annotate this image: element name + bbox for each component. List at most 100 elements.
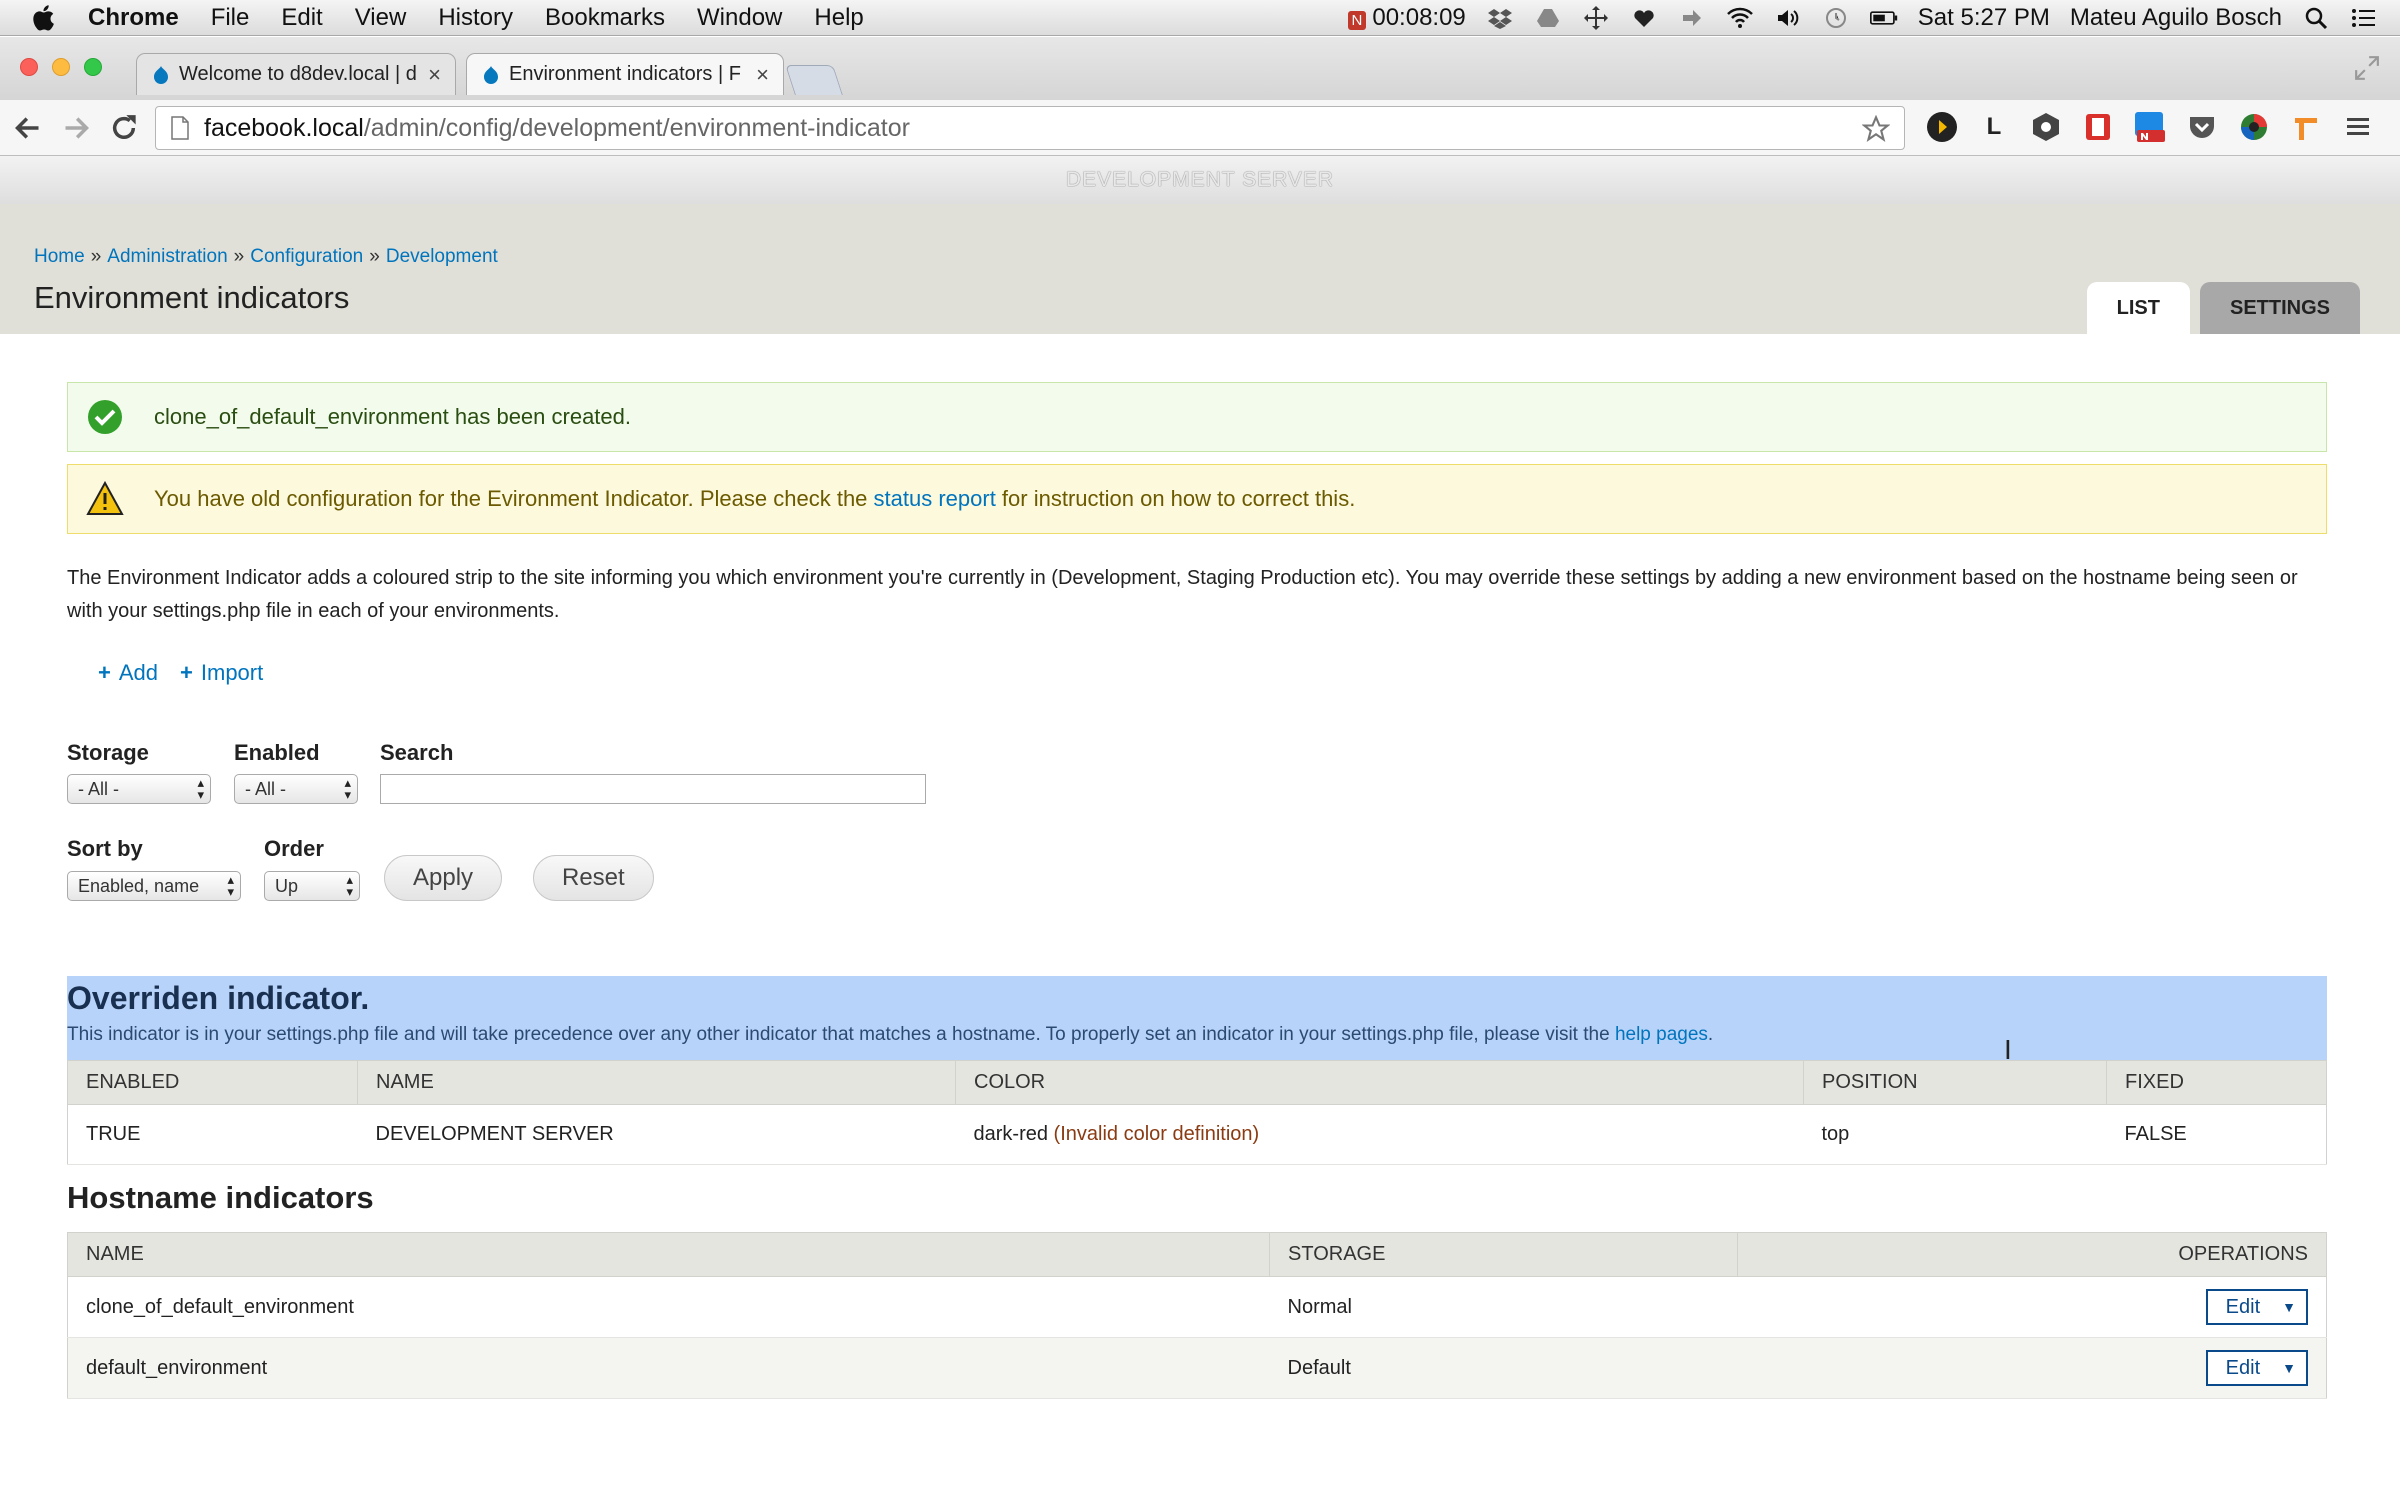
breadcrumb-administration[interactable]: Administration: [107, 246, 227, 267]
back-icon: [15, 116, 39, 139]
status-report-link[interactable]: status report: [874, 486, 996, 511]
order-select[interactable]: Up ▴ ▾: [264, 871, 360, 901]
reload-button[interactable]: [104, 108, 144, 148]
action-links: + Add + Import: [98, 660, 285, 686]
browser-toolbar: facebook.local/admin/config/development/…: [0, 100, 2400, 156]
select-arrows-icon: ▴ ▾: [197, 775, 204, 802]
menu-window[interactable]: Window: [697, 4, 782, 32]
table-row: default_environment Default Edit ▼: [67, 1337, 2327, 1399]
new-tab-button[interactable]: [785, 65, 843, 95]
reset-button[interactable]: Reset: [533, 855, 654, 901]
edit-button[interactable]: Edit ▼: [2205, 1289, 2308, 1325]
extension-colorwheel-icon[interactable]: [2237, 110, 2271, 144]
apply-button[interactable]: Apply: [384, 855, 503, 901]
enabled-filter-select[interactable]: - All - ▴ ▾: [234, 774, 358, 804]
menu-help[interactable]: Help: [814, 4, 863, 32]
overridden-indicator-header: Overriden indicator. This indicator is i…: [67, 976, 2327, 1060]
extension-red-icon[interactable]: [2081, 110, 2115, 144]
arrow-icon[interactable]: [1678, 4, 1706, 32]
fullscreen-icon[interactable]: [2354, 55, 2380, 81]
menu-history[interactable]: History: [438, 4, 513, 32]
enabled-filter-label: Enabled: [234, 740, 320, 765]
spotlight-search-icon[interactable]: [2302, 4, 2330, 32]
browser-tab-environment-indicators[interactable]: Environment indicators | F ×: [466, 53, 784, 95]
warning-message-text: You have old configuration for the Eviro…: [154, 486, 1356, 511]
extension-l-icon[interactable]: L: [1977, 110, 2011, 144]
breadcrumb-separator: »: [233, 246, 245, 267]
user-name[interactable]: Mateu Aguilo Bosch: [2070, 4, 2282, 32]
extension-hexagon-icon[interactable]: [2029, 110, 2063, 144]
tab-close-icon[interactable]: ×: [428, 62, 441, 88]
invalid-color-note: (Invalid color definition): [1053, 1123, 1260, 1145]
back-button[interactable]: [8, 108, 48, 148]
search-input[interactable]: [380, 774, 926, 804]
time-machine-icon[interactable]: [1822, 4, 1850, 32]
column-header-position: Position: [1803, 1060, 2107, 1105]
success-icon: [88, 400, 122, 434]
cell-storage: Default: [1269, 1337, 1738, 1399]
dropdown-caret-icon[interactable]: ▼: [2278, 1299, 2306, 1315]
help-pages-link[interactable]: help pages: [1615, 1024, 1708, 1045]
move-icon[interactable]: [1582, 4, 1610, 32]
page-description: The Environment Indicator adds a coloure…: [67, 567, 2298, 622]
browser-tab-welcome[interactable]: Welcome to d8dev.local | d ×: [136, 53, 456, 95]
tab-close-icon[interactable]: ×: [756, 62, 769, 88]
column-header-enabled: Enabled: [67, 1060, 358, 1105]
search-filter-label: Search: [380, 740, 454, 765]
column-header-operations: Operations: [1737, 1232, 2327, 1277]
edit-button[interactable]: Edit ▼: [2205, 1350, 2308, 1386]
chrome-menu-icon[interactable]: [2341, 110, 2375, 144]
volume-icon[interactable]: [1774, 4, 1802, 32]
add-environment-link[interactable]: + Add: [98, 660, 158, 686]
breadcrumb-configuration[interactable]: Configuration: [250, 246, 363, 267]
select-arrows-icon: ▴ ▾: [227, 872, 234, 899]
zoom-window-button[interactable]: [84, 58, 102, 76]
extension-orange-icon[interactable]: [2289, 110, 2323, 144]
import-environment-link[interactable]: + Import: [180, 660, 263, 686]
cell-fixed: FALSE: [2106, 1104, 2327, 1165]
minimize-window-button[interactable]: [52, 58, 70, 76]
pocket-icon[interactable]: [2185, 110, 2219, 144]
breadcrumb-development[interactable]: Development: [386, 246, 498, 267]
overridden-indicator-description: This indicator is in your settings.php f…: [67, 1024, 1714, 1045]
apple-icon[interactable]: [30, 3, 60, 33]
menu-bookmarks[interactable]: Bookmarks: [545, 4, 665, 32]
wifi-icon[interactable]: [1726, 4, 1754, 32]
address-bar[interactable]: facebook.local/admin/config/development/…: [155, 106, 1905, 150]
extension-circle-icon[interactable]: [1925, 110, 1959, 144]
table-header-row: Name Storage Operations: [67, 1232, 2327, 1277]
storage-filter-select[interactable]: - All - ▴ ▾: [67, 774, 211, 804]
cell-name: clone_of_default_environment: [67, 1276, 1270, 1338]
menu-file[interactable]: File: [211, 4, 250, 32]
drupal-favicon-icon: [484, 65, 498, 84]
tab-list[interactable]: LIST: [2086, 282, 2190, 334]
overridden-indicator-title: Overriden indicator.: [67, 980, 370, 1016]
reload-icon: [112, 114, 136, 139]
extension-icons: L: [1925, 110, 2393, 144]
cell-color: dark-red (Invalid color definition): [955, 1104, 1804, 1165]
forward-icon: [65, 116, 89, 139]
forward-button[interactable]: [56, 108, 96, 148]
sort-by-select[interactable]: Enabled, name ▴ ▾: [67, 871, 241, 901]
dropbox-icon[interactable]: [1486, 4, 1514, 32]
star-icon[interactable]: [1862, 115, 1890, 143]
column-header-name: Name: [67, 1232, 1270, 1277]
tab-settings[interactable]: SETTINGS: [2199, 282, 2360, 334]
recording-indicator[interactable]: N 00:08:09: [1347, 4, 1466, 32]
breadcrumb-home[interactable]: Home: [34, 246, 85, 267]
menu-chrome[interactable]: Chrome: [88, 4, 179, 32]
menu-edit[interactable]: Edit: [281, 4, 322, 32]
menu-view[interactable]: View: [355, 4, 407, 32]
heart-icon[interactable]: [1630, 4, 1658, 32]
plus-icon: +: [98, 660, 111, 685]
clock[interactable]: Sat 5:27 PM: [1918, 4, 2050, 32]
close-window-button[interactable]: [20, 58, 38, 76]
environment-indicator-strip[interactable]: DEVELOPMENT SERVER: [0, 156, 2400, 204]
extension-new-icon[interactable]: [2133, 110, 2167, 144]
table-header-row: Enabled Name Color Position Fixed: [67, 1060, 2327, 1105]
notification-center-icon[interactable]: [2350, 4, 2378, 32]
tab-label: Welcome to d8dev.local | d: [179, 63, 417, 85]
battery-icon[interactable]: [1869, 4, 1898, 32]
drive-icon[interactable]: [1534, 4, 1562, 32]
dropdown-caret-icon[interactable]: ▼: [2278, 1360, 2306, 1376]
